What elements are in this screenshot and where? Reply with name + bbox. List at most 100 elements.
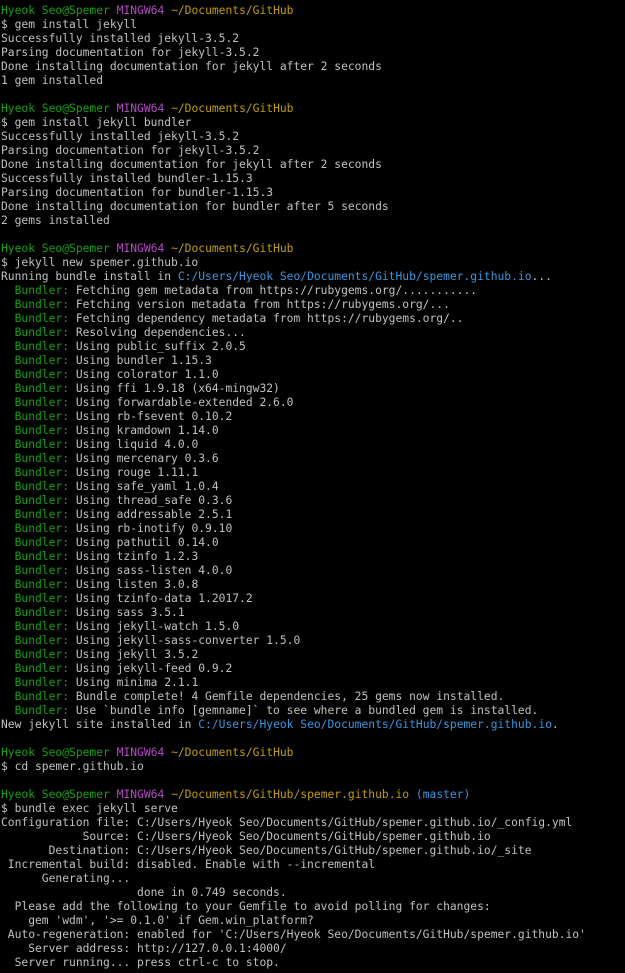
- terminal-line: Bundler: Using kramdown 1.14.0: [1, 424, 625, 438]
- bundler-prefix: Bundler:: [1, 494, 70, 507]
- terminal-line: Parsing documentation for jekyll-3.5.2: [1, 46, 625, 60]
- terminal-text: Successfully installed bundler-1.15.3: [1, 172, 253, 185]
- terminal-line: Bundler: Using public_suffix 2.0.5: [1, 340, 625, 354]
- bundler-prefix: Bundler:: [1, 662, 70, 675]
- terminal-text: Using rb-inotify 0.9.10: [69, 522, 233, 535]
- terminal-text: Using mercenary 0.3.6: [69, 452, 219, 465]
- prompt-shell-name: MINGW64: [116, 102, 165, 115]
- terminal-line: Bundler: Using sass 3.5.1: [1, 606, 625, 620]
- terminal-text: $ bundle exec jekyll serve: [1, 802, 178, 815]
- bundler-prefix: Bundler:: [1, 536, 70, 549]
- terminal-text: Using liquid 4.0.0: [69, 438, 199, 451]
- terminal-text: $ cd spemer.github.io: [1, 760, 144, 773]
- terminal-text: Using jekyll 3.5.2: [69, 648, 199, 661]
- bundler-prefix: Bundler:: [1, 382, 70, 395]
- prompt-shell-name: MINGW64: [116, 4, 165, 17]
- terminal-text: Please add the following to your Gemfile…: [1, 900, 491, 913]
- terminal-line: Bundler: Using rb-fsevent 0.10.2: [1, 410, 625, 424]
- prompt-path: ~/Documents/GitHub: [171, 242, 294, 255]
- terminal-text: done in 0.749 seconds.: [1, 886, 287, 899]
- bundler-prefix: Bundler:: [1, 592, 70, 605]
- prompt-path: ~/Documents/GitHub: [171, 4, 294, 17]
- terminal-line: Hyeok Seo@Spemer MINGW64 ~/Documents/Git…: [1, 102, 625, 116]
- terminal-text: Done installing documentation for jekyll…: [1, 60, 382, 73]
- terminal-line: Bundler: Using mercenary 0.3.6: [1, 452, 625, 466]
- terminal-text: Using listen 3.0.8: [69, 578, 199, 591]
- terminal-line: Bundler: Using addressable 2.5.1: [1, 508, 625, 522]
- terminal-line: Bundler: Using colorator 1.1.0: [1, 368, 625, 382]
- bundler-prefix: Bundler:: [1, 424, 70, 437]
- terminal-line: Configuration file: C:/Users/Hyeok Seo/D…: [1, 816, 625, 830]
- terminal-line: Auto-regeneration: enabled for 'C:/Users…: [1, 928, 625, 942]
- bundler-prefix: Bundler:: [1, 578, 70, 591]
- terminal-text: Source: C:/Users/Hyeok Seo/Documents/Git…: [1, 830, 491, 843]
- bundler-prefix: Bundler:: [1, 690, 70, 703]
- highlighted-path: C:/Users/Hyeok Seo/Documents/GitHub/spem…: [198, 718, 552, 731]
- terminal-text: Using jekyll-feed 0.9.2: [69, 662, 233, 675]
- terminal-text: ...: [531, 270, 552, 283]
- terminal-text: Parsing documentation for bundler-1.15.3: [1, 186, 274, 199]
- terminal-window[interactable]: Hyeok Seo@Spemer MINGW64 ~/Documents/Git…: [0, 0, 625, 973]
- terminal-line: Bundler: Using pathutil 0.14.0: [1, 536, 625, 550]
- terminal-line: Bundler: Using liquid 4.0.0: [1, 438, 625, 452]
- terminal-text: Using colorator 1.1.0: [69, 368, 219, 381]
- terminal-line: Bundler: Bundle complete! 4 Gemfile depe…: [1, 690, 625, 704]
- terminal-text: Fetching dependency metadata from https:…: [69, 312, 464, 325]
- terminal-line: Done installing documentation for jekyll…: [1, 158, 625, 172]
- highlighted-path: C:/Users/Hyeok Seo/Documents/GitHub/spem…: [177, 270, 532, 283]
- terminal-line: Bundler: Using jekyll 3.5.2: [1, 648, 625, 662]
- terminal-line: $ jekyll new spemer.github.io: [1, 256, 625, 270]
- terminal-text: Using ffi 1.9.18 (x64-mingw32): [69, 382, 280, 395]
- terminal-line: Bundler: Using tzinfo 1.2.3: [1, 550, 625, 564]
- bundler-prefix: Bundler:: [1, 466, 70, 479]
- bundler-prefix: Bundler:: [1, 340, 70, 353]
- bundler-prefix: Bundler:: [1, 620, 70, 633]
- terminal-text: 2 gems installed: [1, 214, 110, 227]
- terminal-text: Done installing documentation for bundle…: [1, 200, 389, 213]
- terminal-text: Use `bundle info [gemname]` to see where…: [69, 704, 539, 717]
- terminal-text: Using sass-listen 4.0.0: [69, 564, 233, 577]
- terminal-text: Using addressable 2.5.1: [69, 508, 233, 521]
- prompt-path: ~/Documents/GitHub: [171, 102, 294, 115]
- terminal-text: Using minima 2.1.1: [69, 676, 199, 689]
- bundler-prefix: Bundler:: [1, 480, 70, 493]
- terminal-text: .: [551, 718, 559, 731]
- terminal-text: Generating...: [1, 872, 131, 885]
- prompt-shell-name: MINGW64: [116, 746, 165, 759]
- terminal-line: Hyeok Seo@Spemer MINGW64 ~/Documents/Git…: [1, 242, 625, 256]
- terminal-line: New jekyll site installed in C:/Users/Hy…: [1, 718, 625, 732]
- bundler-prefix: Bundler:: [1, 676, 70, 689]
- terminal-text: Using sass 3.5.1: [69, 606, 185, 619]
- terminal-text: Resolving dependencies...: [69, 326, 246, 339]
- terminal-line: Successfully installed jekyll-3.5.2: [1, 32, 625, 46]
- terminal-text: $ gem install jekyll bundler: [1, 116, 192, 129]
- terminal-line: Done installing documentation for bundle…: [1, 200, 625, 214]
- terminal-text: Using forwardable-extended 2.6.0: [69, 396, 294, 409]
- terminal-line: Parsing documentation for bundler-1.15.3: [1, 186, 625, 200]
- prompt-user-host: Hyeok Seo@Spemer: [1, 788, 110, 801]
- bundler-prefix: Bundler:: [1, 606, 70, 619]
- terminal-text: Using rouge 1.11.1: [69, 466, 199, 479]
- prompt-path: ~/Documents/GitHub: [171, 746, 294, 759]
- bundler-prefix: Bundler:: [1, 284, 70, 297]
- terminal-line: Bundler: Use `bundle info [gemname]` to …: [1, 704, 625, 718]
- terminal-line: Hyeok Seo@Spemer MINGW64 ~/Documents/Git…: [1, 4, 625, 18]
- prompt-shell-name: MINGW64: [116, 242, 165, 255]
- terminal-line: Parsing documentation for jekyll-3.5.2: [1, 144, 625, 158]
- terminal-text: Successfully installed jekyll-3.5.2: [1, 32, 240, 45]
- terminal-line: gem 'wdm', '>= 0.1.0' if Gem.win_platfor…: [1, 914, 625, 928]
- terminal-text: Using jekyll-watch 1.5.0: [69, 620, 240, 633]
- bundler-prefix: Bundler:: [1, 634, 70, 647]
- bundler-prefix: Bundler:: [1, 312, 70, 325]
- bundler-prefix: Bundler:: [1, 564, 70, 577]
- terminal-line: Bundler: Using rb-inotify 0.9.10: [1, 522, 625, 536]
- terminal-line: $ bundle exec jekyll serve: [1, 802, 625, 816]
- bundler-prefix: Bundler:: [1, 704, 70, 717]
- bundler-prefix: Bundler:: [1, 396, 70, 409]
- terminal-line: Bundler: Resolving dependencies...: [1, 326, 625, 340]
